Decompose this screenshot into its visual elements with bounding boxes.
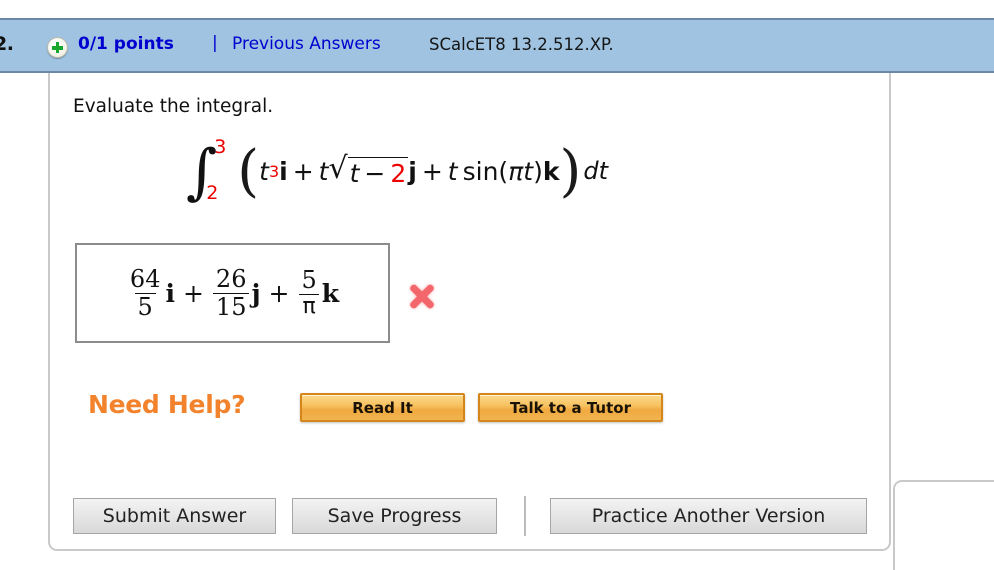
prompt-text: Evaluate the integral. <box>73 96 274 117</box>
question-number: 2. <box>0 33 14 55</box>
submit-answer-button[interactable]: Submit Answer <box>73 498 276 534</box>
answer-expression: 64 5 i + 26 15 j + 5 π k <box>126 267 339 319</box>
pi-symbol: π <box>508 156 524 186</box>
answer-fraction-3: 5 π <box>298 268 319 318</box>
talk-to-a-tutor-button[interactable]: Talk to a Tutor <box>478 393 663 422</box>
fraction-1-numerator: 64 <box>129 265 161 294</box>
fraction-3-numerator: 5 <box>301 266 317 295</box>
answer-fraction-2: 26 15 <box>212 265 250 319</box>
square-root-group: √ t −2 <box>328 150 409 189</box>
radicand-variable: t <box>349 158 360 188</box>
differential: dt <box>583 157 608 185</box>
term3-variable: t <box>523 156 534 186</box>
answer-input-box[interactable]: 64 5 i + 26 15 j + 5 π k <box>75 243 390 343</box>
points-label: 0/1 points <box>78 34 174 54</box>
radicand: t −2 <box>347 156 409 189</box>
side-corner-panel <box>893 480 994 570</box>
answer-fraction-1: 64 5 <box>127 267 164 319</box>
plus-circle-icon[interactable] <box>47 37 68 58</box>
problem-code-label: SCalcET8 13.2.512.XP. <box>429 35 614 54</box>
radicand-constant: 2 <box>390 158 407 188</box>
term1-unit-vector: i <box>279 156 288 186</box>
sine-function: sin( <box>462 156 509 186</box>
answer-plus-1: + <box>182 278 204 308</box>
fraction-1-denominator: 5 <box>134 292 156 319</box>
button-group-separator <box>524 496 526 536</box>
integral-upper-limit: 3 <box>214 136 227 158</box>
need-help-label: Need Help? <box>88 390 246 419</box>
term2-coefficient: t <box>318 156 329 186</box>
sqrt-icon: √ <box>328 150 348 186</box>
plus-operator-1: + <box>292 156 314 186</box>
practice-another-version-button[interactable]: Practice Another Version <box>550 498 867 534</box>
previous-answers-link[interactable]: Previous Answers <box>232 34 381 54</box>
answer-unit-vector-i: i <box>165 278 175 308</box>
plus-operator-2: + <box>421 156 443 186</box>
term1-exponent: 3 <box>268 161 280 181</box>
question-header-bar: 2. 0/1 points | Previous Answers SCalcET… <box>0 18 994 73</box>
fraction-2-numerator: 26 <box>215 265 247 294</box>
close-paren-sine: ) <box>533 156 543 186</box>
integral-lower-limit: 2 <box>206 182 219 204</box>
integral-expression: ∫ 3 2 ( t3i + t √ t −2 j + t sin(π t) k ) d… <box>186 136 608 204</box>
read-it-button[interactable]: Read It <box>300 393 465 422</box>
x-mark-incorrect-icon <box>404 279 438 313</box>
term3-coefficient: t <box>447 156 458 186</box>
save-progress-button[interactable]: Save Progress <box>292 498 497 534</box>
answer-unit-vector-j: j <box>251 278 261 308</box>
open-paren: ( <box>237 138 260 204</box>
term3-unit-vector: k <box>542 156 560 186</box>
term1-variable: t <box>259 156 269 186</box>
fraction-3-denominator: π <box>299 293 319 318</box>
answer-unit-vector-k: k <box>321 278 340 308</box>
minus-operator: − <box>364 158 386 188</box>
integral-limits: 3 2 <box>206 136 234 204</box>
header-separator: | <box>212 33 218 53</box>
fraction-2-denominator: 15 <box>212 292 250 319</box>
answer-plus-2: + <box>268 278 290 308</box>
close-paren: ) <box>559 138 582 204</box>
term2-unit-vector: j <box>408 156 417 186</box>
